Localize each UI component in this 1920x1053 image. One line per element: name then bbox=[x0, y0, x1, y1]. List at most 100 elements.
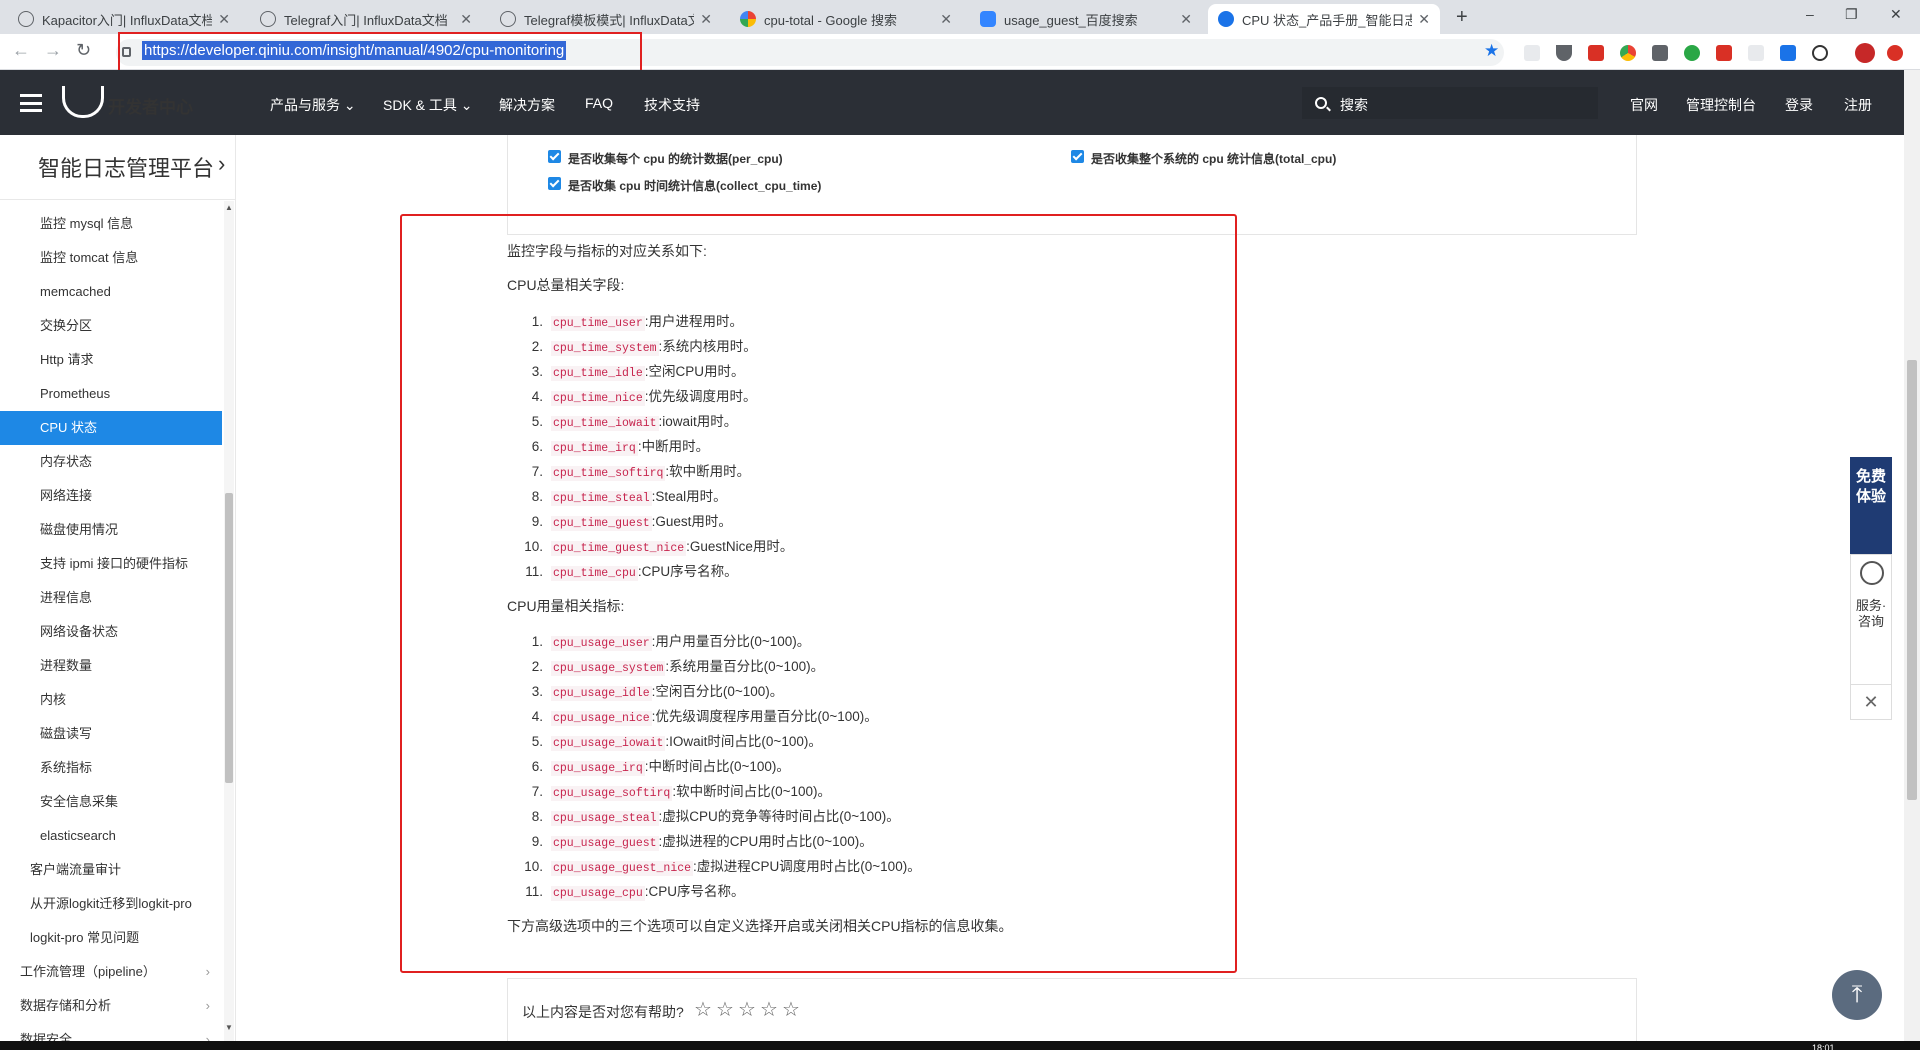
hamburger-menu-icon[interactable] bbox=[20, 94, 42, 112]
back-to-top-button[interactable]: ⤒ bbox=[1832, 970, 1882, 1020]
sidebar-item[interactable]: 系统指标 bbox=[0, 751, 222, 785]
list-number: 7. bbox=[531, 784, 543, 799]
checkbox-per-cpu[interactable] bbox=[548, 150, 561, 163]
link-login[interactable]: 登录 bbox=[1785, 95, 1813, 115]
tab-close-icon[interactable]: ✕ bbox=[700, 11, 712, 28]
chevron-right-icon[interactable]: › bbox=[206, 955, 210, 989]
list-item: 8. cpu_time_steal:Steal用时。 bbox=[507, 485, 727, 506]
rating-star-icon[interactable]: ☆ bbox=[694, 997, 712, 1022]
field-code: cpu_usage_cpu bbox=[551, 886, 645, 901]
extension-icon[interactable] bbox=[1524, 45, 1540, 61]
bookmark-star-icon[interactable]: ★ bbox=[1484, 41, 1499, 61]
sidebar-item[interactable]: 内存状态 bbox=[0, 445, 222, 479]
sidebar-item[interactable]: 磁盘使用情况 bbox=[0, 513, 222, 547]
rating-star-icon[interactable]: ☆ bbox=[738, 997, 756, 1022]
tab-close-icon[interactable]: ✕ bbox=[460, 11, 472, 28]
sidebar-item[interactable]: 进程信息 bbox=[0, 581, 222, 615]
evernote-icon[interactable] bbox=[1684, 45, 1700, 61]
sidebar-item[interactable]: memcached bbox=[0, 275, 222, 309]
extension-icon[interactable] bbox=[1780, 45, 1796, 61]
sidebar-item[interactable]: 安全信息采集 bbox=[0, 785, 222, 819]
chevron-right-icon[interactable]: › bbox=[206, 989, 210, 1023]
sidebar-item[interactable]: CPU 状态 bbox=[0, 411, 222, 445]
sidebar-item[interactable]: 从开源logkit迁移到logkit-pro bbox=[0, 887, 222, 921]
sidebar-item[interactable]: Http 请求 bbox=[0, 343, 222, 377]
reload-button[interactable]: ↻ bbox=[76, 40, 91, 61]
new-tab-button[interactable]: + bbox=[1456, 6, 1468, 29]
tab-close-icon[interactable]: ✕ bbox=[940, 11, 952, 28]
sidebar-item[interactable]: 支持 ipmi 接口的硬件指标 bbox=[0, 547, 222, 581]
search-icon[interactable] bbox=[1315, 97, 1327, 109]
sidebar-item[interactable]: 网络设备状态 bbox=[0, 615, 222, 649]
sidebar-item[interactable]: 工作流管理（pipeline） › bbox=[0, 955, 222, 989]
tab-title: Telegraf入门| InfluxData文档 bbox=[284, 12, 448, 28]
chevron-right-icon[interactable]: › bbox=[218, 151, 225, 177]
extension-icon[interactable] bbox=[1556, 45, 1572, 61]
scroll-down-arrow-icon[interactable]: ▼ bbox=[225, 1023, 233, 1032]
extension-icon[interactable] bbox=[1652, 45, 1668, 61]
sidebar-item[interactable]: 进程数量 bbox=[0, 649, 222, 683]
window-close-button[interactable]: ✕ bbox=[1890, 6, 1902, 23]
sidebar-item[interactable]: 内核 bbox=[0, 683, 222, 717]
sidebar-item[interactable]: 磁盘读写 bbox=[0, 717, 222, 751]
window-restore-button[interactable]: ❐ bbox=[1845, 6, 1858, 23]
forward-button[interactable]: → bbox=[44, 40, 62, 61]
sidebar-item-label: 进程信息 bbox=[40, 590, 93, 605]
sidebar-item[interactable]: Prometheus bbox=[0, 377, 222, 411]
list-number: 5. bbox=[531, 734, 543, 749]
sidebar-item[interactable]: 数据存储和分析 › bbox=[0, 989, 222, 1023]
free-trial-button[interactable]: 免费体验 bbox=[1850, 457, 1892, 554]
link-register[interactable]: 注册 bbox=[1844, 95, 1872, 115]
nav-solutions[interactable]: 解决方案 bbox=[499, 95, 555, 115]
tab-close-icon[interactable]: ✕ bbox=[1418, 11, 1430, 28]
field-description: :空闲CPU用时。 bbox=[644, 364, 745, 379]
power-icon[interactable] bbox=[1812, 45, 1828, 61]
nav-sdk-tools[interactable]: SDK & 工具 ⌄ bbox=[383, 95, 473, 115]
nav-faq[interactable]: FAQ bbox=[585, 95, 613, 111]
scroll-up-arrow-icon[interactable]: ▲ bbox=[225, 203, 233, 212]
window-minimize-button[interactable]: – bbox=[1806, 6, 1814, 22]
link-console[interactable]: 管理控制台 bbox=[1686, 95, 1756, 115]
checkbox-total-cpu[interactable] bbox=[1071, 150, 1084, 163]
nav-products[interactable]: 产品与服务 ⌄ bbox=[270, 95, 356, 115]
customer-service-icon[interactable] bbox=[1860, 561, 1884, 585]
service-consult-label[interactable]: 服务·咨询 bbox=[1850, 598, 1892, 630]
rating-star-icon[interactable]: ☆ bbox=[782, 997, 800, 1022]
extension-icon[interactable] bbox=[1716, 45, 1732, 61]
link-official-site[interactable]: 官网 bbox=[1630, 95, 1658, 115]
sidebar-title[interactable]: 智能日志管理平台 bbox=[38, 151, 214, 183]
sidebar-item[interactable]: 监控 tomcat 信息 bbox=[0, 241, 222, 275]
tab-close-icon[interactable]: ✕ bbox=[1180, 11, 1192, 28]
rating-star-icon[interactable]: ☆ bbox=[716, 997, 734, 1022]
extension-icon[interactable] bbox=[1588, 45, 1604, 61]
update-icon[interactable] bbox=[1887, 45, 1903, 61]
back-button[interactable]: ← bbox=[12, 40, 30, 61]
chrome-extension-icon[interactable] bbox=[1620, 45, 1636, 61]
sidebar-item[interactable]: logkit-pro 常见问题 bbox=[0, 921, 222, 955]
tab-close-icon[interactable]: ✕ bbox=[218, 11, 230, 28]
browser-tab[interactable]: CPU 状态_产品手册_智能日志管 ✕ bbox=[1208, 4, 1440, 34]
profile-avatar[interactable] bbox=[1855, 43, 1875, 63]
checkbox-collect-cpu-time[interactable] bbox=[548, 177, 561, 190]
sidebar-item-label: 安全信息采集 bbox=[40, 794, 119, 809]
browser-tab[interactable]: cpu-total - Google 搜索 ✕ bbox=[730, 4, 962, 34]
list-number: 7. bbox=[531, 464, 543, 479]
sidebar-item[interactable]: elasticsearch bbox=[0, 819, 222, 853]
brand-name[interactable]: 开发者中心 bbox=[108, 93, 193, 118]
page-scrollbar-thumb[interactable] bbox=[1907, 360, 1917, 800]
sidebar-item[interactable]: 网络连接 bbox=[0, 479, 222, 513]
browser-tab[interactable]: Kapacitor入门| InfluxData文档 ✕ bbox=[8, 4, 240, 34]
sidebar-item[interactable]: 客户端流量审计 bbox=[0, 853, 222, 887]
sidebar-scrollbar-thumb[interactable] bbox=[225, 493, 233, 783]
browser-tab[interactable]: usage_guest_百度搜索 ✕ bbox=[970, 4, 1202, 34]
sidebar-item[interactable]: 监控 mysql 信息 bbox=[0, 207, 222, 241]
nav-support[interactable]: 技术支持 bbox=[644, 95, 700, 115]
browser-tab[interactable]: Telegraf入门| InfluxData文档 ✕ bbox=[250, 4, 482, 34]
sidebar-item[interactable]: 交换分区 bbox=[0, 309, 222, 343]
close-floater-button[interactable]: ✕ bbox=[1850, 684, 1892, 720]
rating-star-icon[interactable]: ☆ bbox=[760, 997, 778, 1022]
intro-text: 监控字段与指标的对应关系如下: bbox=[507, 243, 707, 259]
extension-icon[interactable] bbox=[1748, 45, 1764, 61]
browser-tab[interactable]: Telegraf模板模式| InfluxData文 ✕ bbox=[490, 4, 722, 34]
sidebar-item-label: Http 请求 bbox=[40, 352, 94, 367]
